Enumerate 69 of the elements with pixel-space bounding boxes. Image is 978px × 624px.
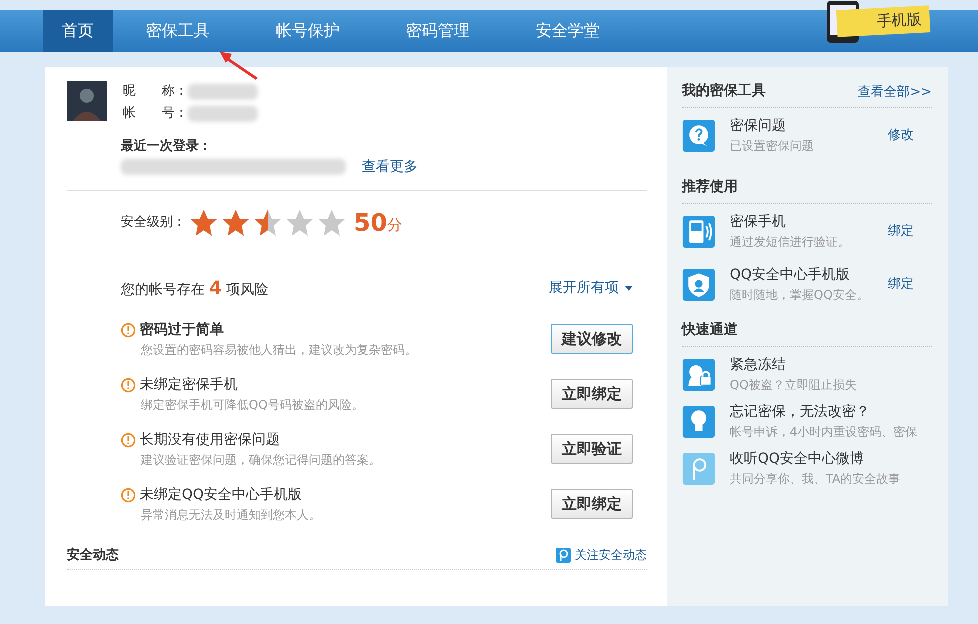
tool-name[interactable]: 收听QQ安全中心微博	[730, 449, 932, 470]
star-icon	[222, 208, 250, 236]
star-icon	[190, 208, 218, 236]
security-label: 安全级别：	[121, 214, 186, 232]
redacted-value	[188, 84, 258, 100]
tool-description: 通过发短信进行验证。	[730, 234, 851, 251]
risk-action-button[interactable]: 立即验证	[551, 434, 633, 464]
risk-description: 您设置的密码容易被他人猜出，建议改为复杂密码。	[141, 342, 417, 358]
bulb-icon	[682, 404, 716, 438]
last-login-label: 最近一次登录：	[121, 138, 213, 156]
tool-description: 已设置密保问题	[730, 138, 815, 155]
lock-icon	[682, 358, 716, 392]
tool-description: QQ被盗？立即阻止损失	[730, 377, 858, 394]
nav-tab[interactable]: 安全学堂	[503, 10, 633, 52]
risk-title: 密码过于简单	[140, 320, 224, 340]
redacted-value	[188, 106, 258, 122]
field-label: 帐 号：	[123, 105, 188, 124]
annotation-arrow	[218, 50, 260, 80]
tool-name[interactable]: QQ安全中心手机版	[730, 265, 880, 286]
security-score: 50	[354, 208, 388, 238]
more-link[interactable]: 查看更多	[362, 156, 418, 178]
tool-description: 帐号申诉，4小时内重设密码、密保	[730, 424, 919, 441]
sidebar-heading: 快速通道	[682, 321, 738, 340]
view-all-link[interactable]: 查看全部>>	[858, 82, 932, 102]
risk-description: 异常消息无法及时通知到您本人。	[141, 506, 321, 524]
follow-link[interactable]: 关注安全动态	[575, 546, 647, 564]
tool-description: 随时随地，掌握QQ安全。	[730, 287, 870, 304]
tool-description: 共同分享你、我、TA的安全故事	[730, 471, 902, 488]
warning-icon	[121, 322, 136, 338]
star-icon	[318, 208, 346, 236]
phone-icon	[682, 214, 716, 248]
field-label: 昵 称：	[123, 83, 188, 102]
nav-tab[interactable]: 帐号保护	[243, 10, 373, 52]
star-icon	[254, 208, 282, 236]
caret-icon	[625, 286, 633, 290]
question-icon	[682, 118, 716, 152]
weibo-icon	[556, 548, 571, 563]
tool-name[interactable]: 密保问题	[730, 116, 880, 137]
weibo-icon	[682, 452, 716, 486]
shield-icon	[682, 268, 716, 302]
risk-title: 未绑定QQ安全中心手机版	[140, 486, 302, 504]
warning-icon	[121, 378, 136, 392]
risk-summary: 您的帐号存在 4 项风险	[121, 276, 268, 300]
avatar	[67, 81, 107, 121]
warning-icon	[121, 488, 136, 502]
risk-action-button[interactable]: 立即绑定	[551, 378, 633, 410]
nav-tab[interactable]: 首页	[43, 10, 113, 52]
star-icon	[286, 208, 314, 236]
tool-action-link[interactable]: 绑定	[888, 274, 914, 294]
tool-name[interactable]: 紧急冻结	[730, 355, 932, 376]
tool-action-link[interactable]: 绑定	[888, 222, 914, 242]
mobile-version-badge[interactable]: 手机版	[836, 6, 931, 37]
risk-title: 未绑定密保手机	[140, 376, 238, 394]
section-title: 安全动态	[67, 546, 119, 564]
risk-action-button[interactable]: 立即绑定	[551, 488, 633, 520]
expand-all-link[interactable]: 展开所有项	[549, 278, 619, 298]
tool-action-link[interactable]: 修改	[888, 126, 914, 146]
nav-tab[interactable]: 密码管理	[373, 10, 503, 52]
sidebar-heading: 推荐使用	[682, 178, 738, 197]
risk-description: 绑定密保手机可降低QQ号码被盗的风险。	[141, 396, 364, 414]
warning-icon	[121, 432, 136, 448]
risk-description: 建议验证密保问题，确保您记得问题的答案。	[141, 452, 381, 468]
score-unit: 分	[387, 215, 402, 236]
risk-action-button[interactable]: 建议修改	[551, 324, 633, 354]
risk-title: 长期没有使用密保问题	[140, 430, 280, 450]
nav-tab[interactable]: 密保工具	[113, 10, 243, 52]
tool-name[interactable]: 密保手机	[730, 212, 880, 233]
sidebar-heading: 我的密保工具	[682, 82, 766, 101]
tool-name[interactable]: 忘记密保，无法改密？	[730, 402, 932, 423]
